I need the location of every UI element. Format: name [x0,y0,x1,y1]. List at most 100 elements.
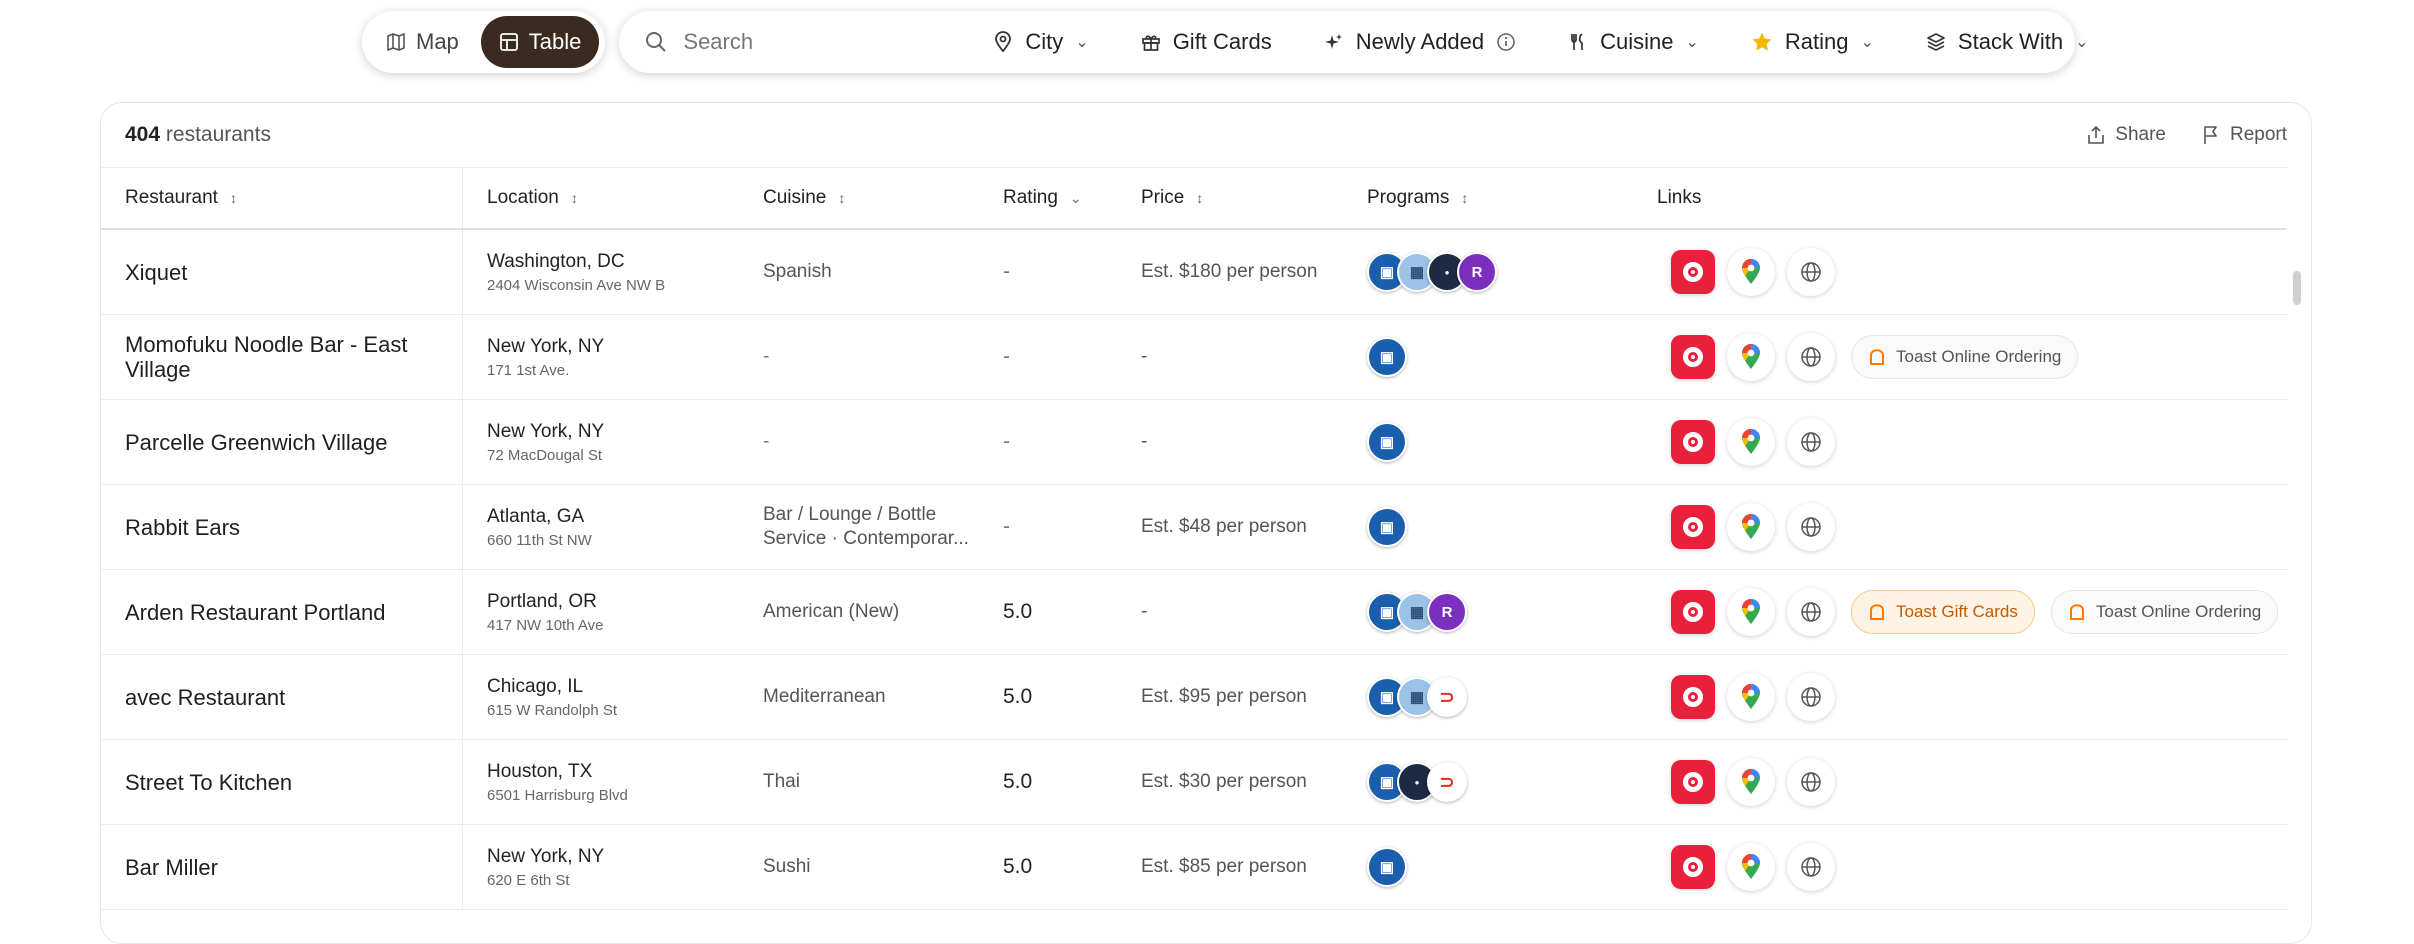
newly-added-filter-button[interactable]: Newly Added [1300,16,1540,68]
opentable-link-icon[interactable] [1671,845,1715,889]
search-icon [646,31,667,52]
table-row[interactable]: Rabbit Ears Atlanta, GA 660 11th St NW Ba… [101,485,2287,570]
city-filter-label: City [1025,28,1064,54]
column-header-programs-label: Programs [1367,187,1450,208]
price-cell: Est. $180 per person [1141,261,1318,282]
google-maps-link-icon[interactable] [1727,248,1775,296]
info-icon[interactable] [1496,32,1516,52]
restaurant-name[interactable]: Rabbit Ears [101,485,463,569]
table-row[interactable]: Arden Restaurant Portland Portland, OR 41… [101,570,2287,655]
chase-icon: ▣ [1367,422,1407,462]
website-globe-icon[interactable] [1787,248,1835,296]
opentable-link-icon[interactable] [1671,420,1715,464]
column-header-rating[interactable]: Rating ⌄ [1003,168,1141,228]
toast-online-ordering-label: Toast Online Ordering [2095,602,2262,621]
rating-cell: 5.0 [1003,770,1033,793]
website-globe-icon[interactable] [1787,843,1835,891]
table-row[interactable]: Bar Miller New York, NY 620 E 6th St Sush… [101,825,2287,910]
opentable-link-icon[interactable] [1671,675,1715,719]
location-cell: Atlanta, GA 660 11th St NW [463,506,763,549]
chevron-down-icon: ⌄ [2075,33,2089,51]
column-header-restaurant[interactable]: Restaurant ↕ [101,168,463,228]
location-address: 72 MacDougal St [487,446,603,464]
column-header-cuisine-label: Cuisine [763,187,827,208]
table-row[interactable]: Momofuku Noodle Bar - East Village New Y… [101,315,2287,400]
rating-filter-label: Rating [1784,28,1849,54]
location-city: Chicago, IL [487,675,584,697]
restaurant-name[interactable]: Street To Kitchen [101,740,463,824]
share-button[interactable]: Share [2087,124,2166,146]
search-input[interactable] [681,27,966,56]
chase-icon: ▣ [1367,847,1407,887]
column-header-links-label: Links [1657,187,1702,208]
opentable-link-icon[interactable] [1671,250,1715,294]
cuisine-filter-label: Cuisine [1600,28,1674,54]
rating-filter-button[interactable]: Rating ⌄ [1727,16,1898,68]
filter-bar: City ⌄ Gift Cards Newly Added Cuisine ⌄ … [619,10,2088,73]
restaurant-name[interactable]: Parcelle Greenwich Village [101,400,463,484]
column-header-rating-label: Rating [1003,187,1058,208]
sort-icon: ↕ [1461,190,1469,206]
table-row[interactable]: Xiquet Washington, DC 2404 Wisconsin Ave … [101,230,2287,315]
google-maps-link-icon[interactable] [1727,588,1775,636]
website-globe-icon[interactable] [1787,503,1835,551]
location-city: Atlanta, GA [487,505,585,527]
restaurant-name[interactable]: Bar Miller [101,825,463,909]
map-view-button[interactable]: Map [368,16,477,68]
restaurant-name[interactable]: avec Restaurant [101,655,463,739]
location-cell: Washington, DC 2404 Wisconsin Ave NW B [463,251,763,294]
city-filter-button[interactable]: City ⌄ [969,16,1112,68]
column-header-price[interactable]: Price ↕ [1141,168,1367,228]
report-button[interactable]: Report [2202,124,2287,146]
opentable-link-icon[interactable] [1671,760,1715,804]
column-header-restaurant-label: Restaurant [125,187,218,208]
column-header-price-label: Price [1141,187,1185,208]
website-globe-icon[interactable] [1787,418,1835,466]
toast-gift-cards-label: Toast Gift Cards [1896,602,2018,621]
cuisine-cell: Spanish [763,261,832,282]
table-row[interactable]: avec Restaurant Chicago, IL 615 W Randolp… [101,655,2287,740]
google-maps-link-icon[interactable] [1727,758,1775,806]
toast-gift-cards-link[interactable]: Toast Gift Cards [1851,590,2035,634]
google-maps-link-icon[interactable] [1727,673,1775,721]
view-toggle: Map Table [362,10,606,73]
google-maps-link-icon[interactable] [1727,418,1775,466]
toast-online-ordering-link[interactable]: Toast Online Ordering [2050,590,2279,634]
table-row[interactable]: Street To Kitchen Houston, TX 6501 Harris… [101,740,2287,825]
table-scrollbar[interactable] [2293,271,2301,305]
results-count: 404 restaurants [125,123,271,147]
toast-icon [2069,604,2084,620]
column-header-cuisine[interactable]: Cuisine ↕ [763,168,1003,228]
utensils-icon [1571,32,1583,50]
google-maps-link-icon[interactable] [1727,843,1775,891]
opentable-link-icon[interactable] [1671,335,1715,379]
table-row[interactable]: Parcelle Greenwich Village New York, NY 7… [101,400,2287,485]
opentable-link-icon[interactable] [1671,505,1715,549]
location-city: New York, NY [487,420,605,442]
stack-with-filter-label: Stack With [1957,28,2064,54]
website-globe-icon[interactable] [1787,333,1835,381]
toast-online-ordering-link[interactable]: Toast Online Ordering [1851,335,2079,379]
restaurant-name[interactable]: Momofuku Noodle Bar - East Village [101,315,463,399]
gift-cards-filter-button[interactable]: Gift Cards [1117,16,1296,68]
table-view-button[interactable]: Table [480,15,600,68]
website-globe-icon[interactable] [1787,588,1835,636]
opentable-link-icon[interactable] [1671,590,1715,634]
website-globe-icon[interactable] [1787,758,1835,806]
column-header-location[interactable]: Location ↕ [463,168,763,228]
restaurant-name[interactable]: Xiquet [101,230,463,314]
rating-cell: - [1003,430,1010,453]
stack-with-filter-button[interactable]: Stack With ⌄ [1902,16,2113,68]
restaurant-name[interactable]: Arden Restaurant Portland [101,570,463,654]
cuisine-cell: Bar / Lounge / Bottle Service · Contempo… [763,504,969,549]
google-maps-link-icon[interactable] [1727,333,1775,381]
column-header-programs[interactable]: Programs ↕ [1367,168,1657,228]
programs-group: ▣ ▦ ⊃ [1367,677,1657,717]
google-maps-link-icon[interactable] [1727,503,1775,551]
star-icon [1752,32,1772,50]
website-globe-icon[interactable] [1787,673,1835,721]
sort-icon: ↕ [838,190,846,206]
location-address: 615 W Randolph St [487,701,618,719]
cuisine-filter-button[interactable]: Cuisine ⌄ [1544,16,1723,68]
rating-cell: 5.0 [1003,600,1033,623]
